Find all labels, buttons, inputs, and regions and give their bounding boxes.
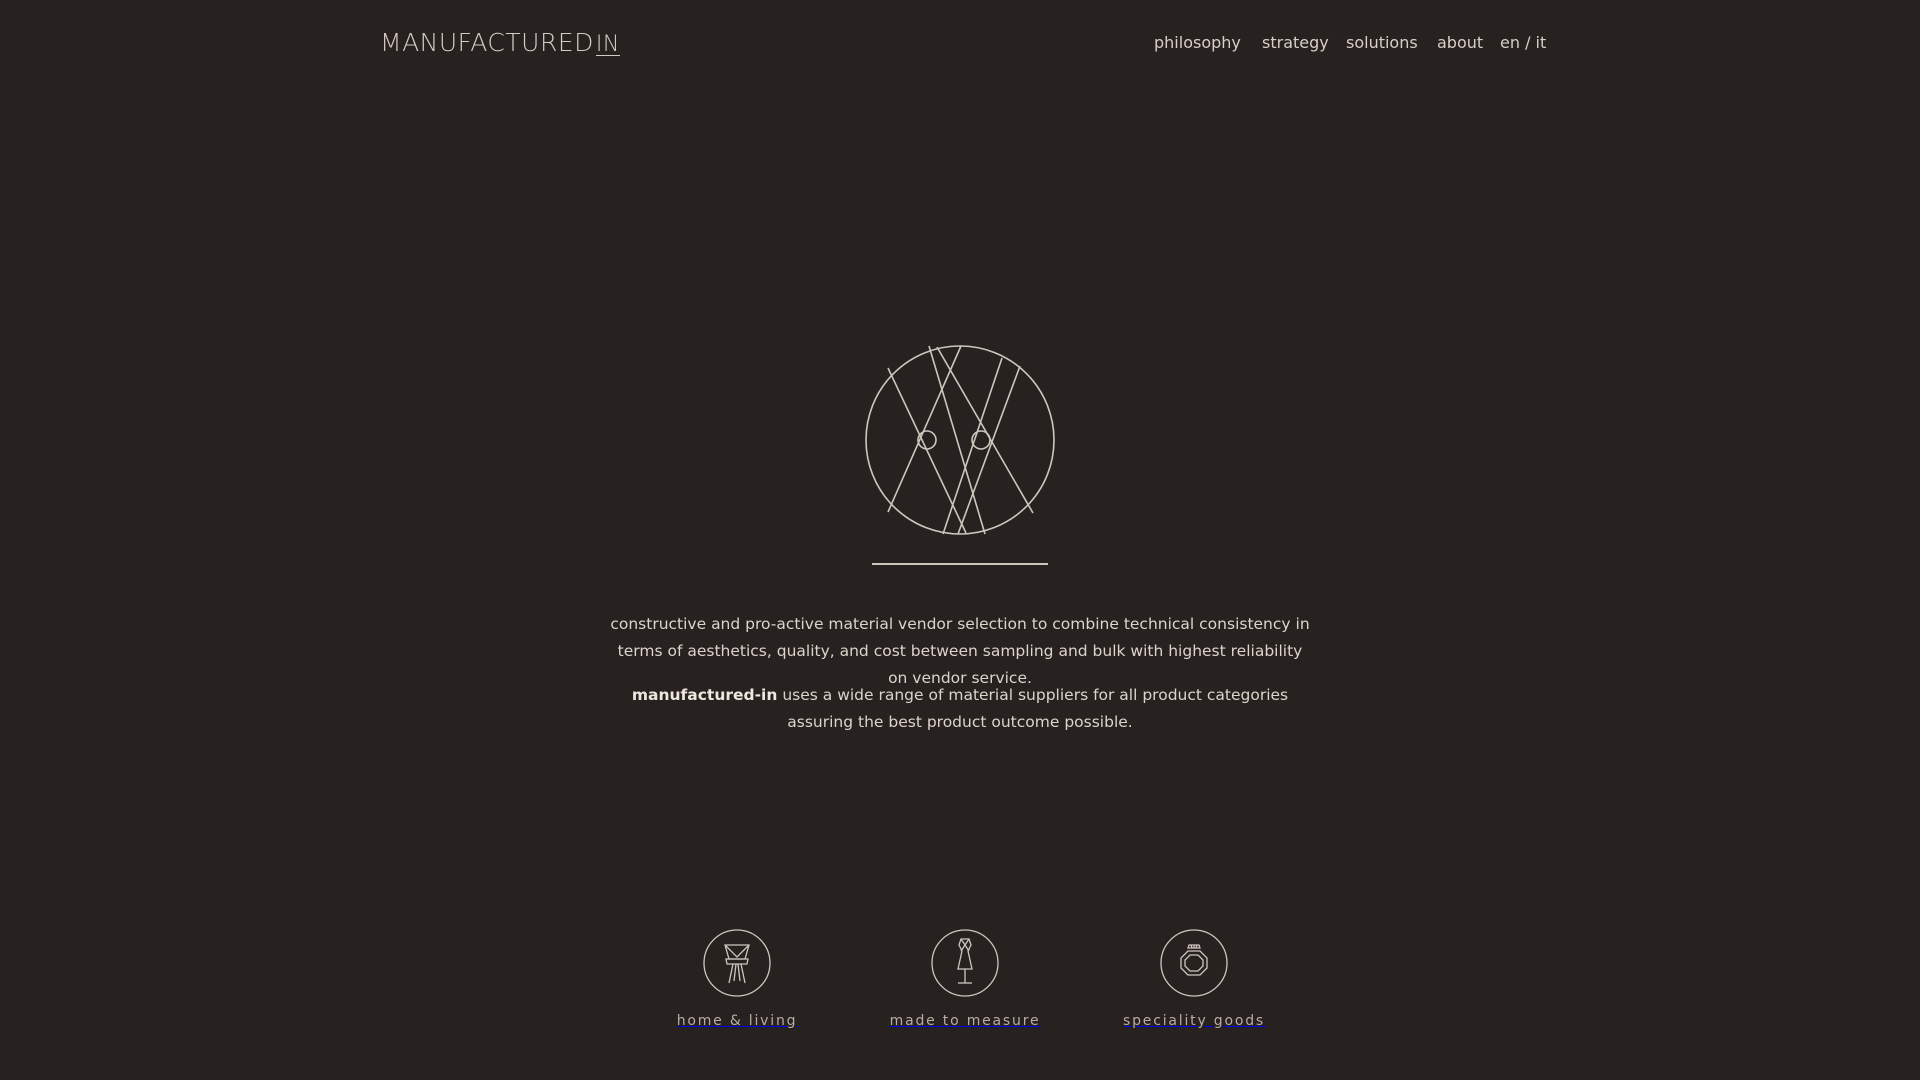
nav-solutions[interactable]: solutions xyxy=(1346,33,1418,52)
category-label: home & living xyxy=(676,1013,798,1029)
page: MANUFACTURED IN philosophy strategy solut… xyxy=(0,0,1920,1080)
category-speciality-goods[interactable]: speciality goods xyxy=(1104,929,1284,1029)
main-nav: philosophy strategy solutions about en /… xyxy=(0,33,1920,57)
material-selection-emblem-icon xyxy=(865,345,1055,535)
hero-paragraph-1: constructive and pro-active material ven… xyxy=(610,614,1310,687)
hero-paragraph-2: manufactured-in uses a wide range of mat… xyxy=(610,682,1310,736)
dress-form-icon xyxy=(931,929,999,997)
category-home-living[interactable]: home & living xyxy=(647,929,827,1029)
language-switcher[interactable]: en / it xyxy=(1500,33,1546,52)
chair-icon xyxy=(703,929,771,997)
category-label: speciality goods xyxy=(1123,1013,1265,1029)
nav-philosophy[interactable]: philosophy xyxy=(1154,33,1241,52)
category-made-to-measure[interactable]: made to measure xyxy=(875,929,1055,1029)
category-label: made to measure xyxy=(889,1013,1041,1029)
nav-about[interactable]: about xyxy=(1437,33,1483,52)
nav-strategy[interactable]: strategy xyxy=(1262,33,1329,52)
hero-divider xyxy=(872,563,1048,565)
ring-icon xyxy=(1160,929,1228,997)
paragraph-2-text: uses a wide range of material suppliers … xyxy=(777,685,1289,731)
brand-name: manufactured-in xyxy=(631,685,778,704)
